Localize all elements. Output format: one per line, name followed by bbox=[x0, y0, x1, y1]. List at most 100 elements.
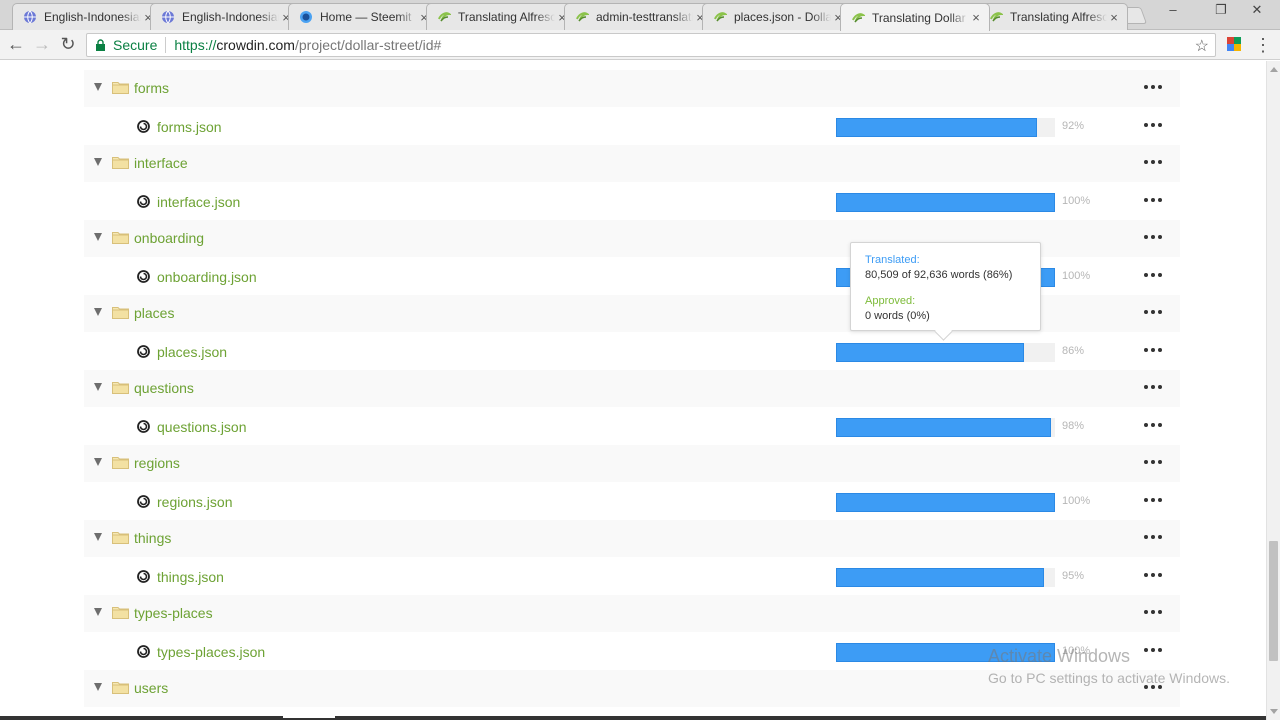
maximize-button[interactable]: ❐ bbox=[1208, 0, 1234, 22]
file-name-link[interactable]: onboarding.json bbox=[157, 269, 257, 285]
progress-bar[interactable] bbox=[836, 117, 1055, 137]
expand-caret-icon[interactable] bbox=[94, 608, 102, 616]
forward-button[interactable]: → bbox=[32, 35, 52, 55]
file-row[interactable]: interface.json 100% bbox=[84, 182, 1180, 220]
expand-caret-icon[interactable] bbox=[94, 158, 102, 166]
expand-caret-icon[interactable] bbox=[94, 683, 102, 691]
progress-bar[interactable] bbox=[836, 192, 1055, 212]
folder-row[interactable]: regions bbox=[84, 445, 1180, 482]
folder-row[interactable]: things bbox=[84, 520, 1180, 557]
file-row[interactable]: regions.json 100% bbox=[84, 482, 1180, 520]
scroll-down-arrow[interactable] bbox=[1270, 709, 1278, 714]
tab-close-icon[interactable]: × bbox=[1107, 10, 1121, 25]
steemit-icon bbox=[299, 10, 313, 24]
file-name-link[interactable]: places.json bbox=[157, 344, 227, 360]
progress-bar[interactable] bbox=[836, 492, 1055, 512]
progress-bar[interactable] bbox=[836, 642, 1055, 662]
folder-row[interactable]: interface bbox=[84, 145, 1180, 182]
folder-row[interactable]: forms bbox=[84, 70, 1180, 107]
folder-name-link[interactable]: users bbox=[134, 680, 168, 696]
browser-tab[interactable]: Translating Alfresco × bbox=[426, 3, 576, 30]
expand-caret-icon[interactable] bbox=[94, 383, 102, 391]
json-file-icon bbox=[137, 569, 150, 583]
folder-row[interactable]: users bbox=[84, 670, 1180, 707]
crowdin-icon bbox=[437, 10, 451, 24]
file-name-link[interactable]: regions.json bbox=[157, 494, 233, 510]
scroll-thumb[interactable] bbox=[1269, 541, 1278, 661]
folder-name-link[interactable]: onboarding bbox=[134, 230, 204, 246]
more-options-icon[interactable] bbox=[1144, 604, 1162, 620]
minimize-button[interactable]: – bbox=[1160, 0, 1186, 22]
browser-tab[interactable]: admin-testtranslation× bbox=[564, 3, 714, 30]
more-options-icon[interactable] bbox=[1144, 529, 1162, 545]
file-name-link[interactable]: questions.json bbox=[157, 419, 247, 435]
file-name-link[interactable]: things.json bbox=[157, 569, 224, 585]
file-name-link[interactable]: forms.json bbox=[157, 119, 222, 135]
more-options-icon[interactable] bbox=[1144, 117, 1162, 133]
folder-name-link[interactable]: things bbox=[134, 530, 171, 546]
file-row[interactable]: questions.json 98% bbox=[84, 407, 1180, 445]
expand-caret-icon[interactable] bbox=[94, 233, 102, 241]
expand-caret-icon[interactable] bbox=[94, 533, 102, 541]
more-options-icon[interactable] bbox=[1144, 567, 1162, 583]
browser-tab[interactable]: English-Indonesian × bbox=[150, 3, 300, 30]
folder-row[interactable]: questions bbox=[84, 370, 1180, 407]
back-button[interactable]: ← bbox=[6, 35, 26, 55]
browser-tab[interactable]: Translating Alfresco × bbox=[978, 3, 1128, 30]
browser-menu-icon[interactable]: ⋮ bbox=[1254, 35, 1272, 55]
browser-tab[interactable]: Translating Dollar × bbox=[840, 3, 990, 31]
expand-caret-icon[interactable] bbox=[94, 308, 102, 316]
more-options-icon[interactable] bbox=[1144, 79, 1162, 95]
browser-tab[interactable]: Home — Steemit × bbox=[288, 3, 438, 30]
more-options-icon[interactable] bbox=[1144, 454, 1162, 470]
more-options-icon[interactable] bbox=[1144, 379, 1162, 395]
extension-icon[interactable] bbox=[1227, 37, 1241, 51]
scroll-up-arrow[interactable] bbox=[1270, 67, 1278, 72]
folder-icon bbox=[112, 606, 129, 619]
folder-name-link[interactable]: forms bbox=[134, 80, 169, 96]
more-options-icon[interactable] bbox=[1144, 342, 1162, 358]
folder-name-link[interactable]: interface bbox=[134, 155, 188, 171]
folder-name-link[interactable]: regions bbox=[134, 455, 180, 471]
progress-bar[interactable] bbox=[836, 567, 1055, 587]
more-options-icon[interactable] bbox=[1144, 229, 1162, 245]
more-options-icon[interactable] bbox=[1144, 154, 1162, 170]
more-options-icon[interactable] bbox=[1144, 642, 1162, 658]
file-row[interactable]: things.json 95% bbox=[84, 557, 1180, 595]
url-host: crowdin.com bbox=[216, 37, 295, 53]
more-options-icon[interactable] bbox=[1144, 679, 1162, 695]
more-options-icon[interactable] bbox=[1144, 267, 1162, 283]
tooltip-approved-value: 0 words (0%) bbox=[865, 310, 930, 322]
progress-bar[interactable] bbox=[836, 417, 1055, 437]
progress-bar[interactable] bbox=[836, 342, 1055, 362]
browser-tab[interactable]: places.json - Dollar × bbox=[702, 3, 852, 30]
folder-name-link[interactable]: places bbox=[134, 305, 174, 321]
more-options-icon[interactable] bbox=[1144, 304, 1162, 320]
folder-row[interactable]: types-places bbox=[84, 595, 1180, 632]
folder-icon bbox=[112, 456, 129, 469]
reload-button[interactable]: ↻ bbox=[58, 35, 78, 55]
expand-caret-icon[interactable] bbox=[94, 83, 102, 91]
browser-tab[interactable]: English-Indonesian × bbox=[12, 3, 162, 30]
tab-close-icon[interactable]: × bbox=[969, 10, 983, 25]
steem-globe-icon bbox=[161, 10, 175, 24]
tab-title: Translating Dollar bbox=[872, 10, 966, 25]
file-name-link[interactable]: types-places.json bbox=[157, 644, 265, 660]
folder-icon bbox=[112, 381, 129, 394]
address-bar[interactable]: Secure https://crowdin.com/project/dolla… bbox=[86, 33, 1216, 57]
vertical-scrollbar[interactable] bbox=[1266, 61, 1280, 720]
json-file-icon bbox=[137, 194, 150, 208]
file-row[interactable]: types-places.json 100% bbox=[84, 632, 1180, 670]
bookmark-star-icon[interactable]: ☆ bbox=[1195, 36, 1209, 56]
more-options-icon[interactable] bbox=[1144, 417, 1162, 433]
tab-title: Translating Alfresco bbox=[458, 10, 555, 24]
file-row[interactable]: forms.json 92% bbox=[84, 107, 1180, 145]
folder-name-link[interactable]: questions bbox=[134, 380, 194, 396]
folder-name-link[interactable]: types-places bbox=[134, 605, 213, 621]
window-close-button[interactable]: ✕ bbox=[1240, 0, 1274, 22]
more-options-icon[interactable] bbox=[1144, 192, 1162, 208]
more-options-icon[interactable] bbox=[1144, 492, 1162, 508]
file-row[interactable]: places.json 86% bbox=[84, 332, 1180, 370]
file-name-link[interactable]: interface.json bbox=[157, 194, 240, 210]
expand-caret-icon[interactable] bbox=[94, 458, 102, 466]
